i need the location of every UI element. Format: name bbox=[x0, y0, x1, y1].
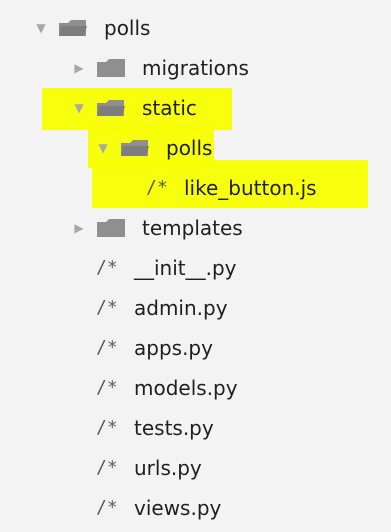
python-file-icon: /* bbox=[96, 457, 118, 478]
chevron-down-icon[interactable]: ▼ bbox=[34, 21, 48, 35]
chevron-right-icon[interactable]: ▶ bbox=[72, 221, 86, 235]
tree-item-label: __init__.py bbox=[134, 256, 237, 280]
python-file-icon: /* bbox=[96, 297, 118, 318]
tree-item-label: like_button.js bbox=[184, 176, 317, 200]
tree-item-views[interactable]: /* views.py bbox=[96, 488, 221, 528]
folder-icon bbox=[97, 219, 125, 237]
tree-item-init[interactable]: /* __init__.py bbox=[96, 248, 237, 288]
tree-item-label: templates bbox=[142, 216, 243, 240]
chevron-right-icon[interactable]: ▶ bbox=[72, 61, 86, 75]
tree-item-label: static bbox=[142, 96, 197, 120]
tree-item-label: migrations bbox=[142, 56, 249, 80]
tree-item-tests[interactable]: /* tests.py bbox=[96, 408, 214, 448]
python-file-icon: /* bbox=[96, 377, 118, 398]
python-file-icon: /* bbox=[96, 257, 118, 278]
tree-item-label: models.py bbox=[134, 376, 238, 400]
tree-item-migrations[interactable]: ▶ migrations bbox=[72, 48, 249, 88]
python-file-icon: /* bbox=[96, 417, 118, 438]
tree-item-templates[interactable]: ▶ templates bbox=[72, 208, 243, 248]
file-explorer-tree: ▼ polls ▶ migrations ▼ static ▼ polls /*… bbox=[0, 0, 391, 532]
tree-item-label: polls bbox=[166, 136, 213, 160]
tree-item-like-button[interactable]: /* like_button.js bbox=[146, 168, 317, 208]
folder-open-icon bbox=[97, 100, 125, 116]
tree-item-label: apps.py bbox=[134, 336, 213, 360]
folder-open-icon bbox=[59, 20, 87, 36]
tree-item-models[interactable]: /* models.py bbox=[96, 368, 238, 408]
tree-item-label: admin.py bbox=[134, 296, 228, 320]
tree-item-label: views.py bbox=[134, 496, 222, 520]
folder-icon bbox=[97, 59, 125, 77]
tree-item-label: tests.py bbox=[134, 416, 214, 440]
tree-item-urls[interactable]: /* urls.py bbox=[96, 448, 202, 488]
tree-item-apps[interactable]: /* apps.py bbox=[96, 328, 213, 368]
tree-item-polls[interactable]: ▼ polls bbox=[34, 8, 150, 48]
tree-item-static-polls[interactable]: ▼ polls bbox=[96, 128, 212, 168]
javascript-file-icon: /* bbox=[146, 177, 168, 198]
chevron-down-icon[interactable]: ▼ bbox=[96, 141, 110, 155]
tree-item-label: polls bbox=[104, 16, 151, 40]
tree-item-admin[interactable]: /* admin.py bbox=[96, 288, 228, 328]
tree-item-static[interactable]: ▼ static bbox=[72, 88, 197, 128]
python-file-icon: /* bbox=[96, 337, 118, 358]
python-file-icon: /* bbox=[96, 497, 118, 518]
chevron-down-icon[interactable]: ▼ bbox=[72, 101, 86, 115]
tree-item-label: urls.py bbox=[134, 456, 202, 480]
folder-open-icon bbox=[121, 140, 149, 156]
